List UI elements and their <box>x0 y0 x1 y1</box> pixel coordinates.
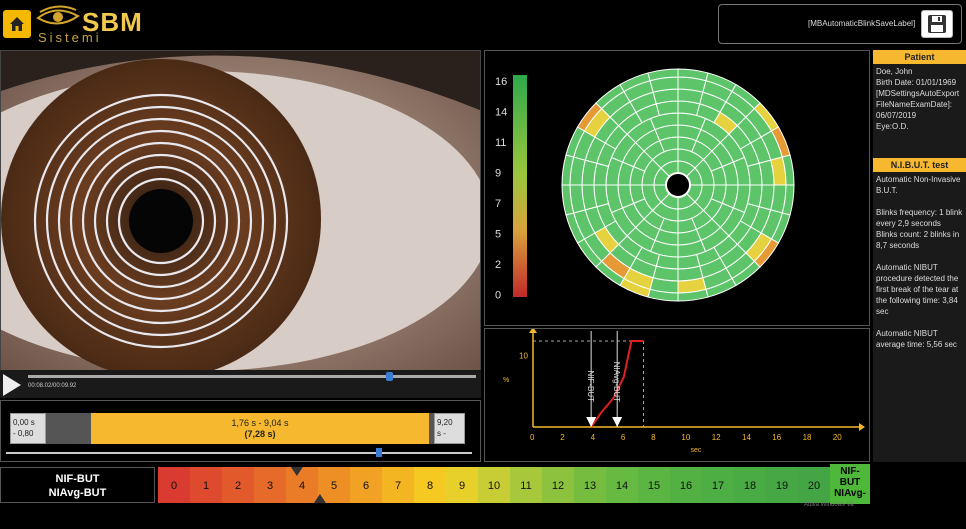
graph-x-label: sec <box>690 447 701 454</box>
save-label: [MBAutomaticBlinkSaveLabel] <box>808 19 916 28</box>
nibut-graph: 0 2 4 6 8 10 12 14 16 18 2010sec% NIF-BUT NIAvg-BUT <box>503 327 865 454</box>
color-scale-label: 9 <box>495 168 501 180</box>
range-slider-thumb[interactable] <box>376 448 382 457</box>
save-button[interactable] <box>921 10 953 38</box>
tear-film-map: 16 14 11 9 7 5 2 0 <box>495 68 795 302</box>
video-seek-thumb[interactable] <box>386 372 393 381</box>
patient-info: Doe, John Birth Date: 01/01/1969 [MDSett… <box>876 67 960 131</box>
scale-number: 6 <box>363 480 369 492</box>
windows-watermark: Attiva Windows Va <box>804 502 854 508</box>
color-scale-labels: 16 14 11 9 7 5 2 0 <box>495 76 507 302</box>
home-icon <box>10 17 24 31</box>
graph-x-tick: 14 <box>742 433 751 442</box>
map-center <box>665 172 691 198</box>
scale-end-line1: NIF- <box>840 466 860 477</box>
range-end-handle[interactable]: 9,20 s - <box>434 413 465 444</box>
scale-number: 12 <box>552 480 564 492</box>
nibut-info: Automatic Non-Invasive B.U.T. Blinks fre… <box>876 175 963 349</box>
scale-number: 17 <box>712 480 724 492</box>
graph-marker-label: NIF-BUT <box>586 370 595 402</box>
legend-nifbut: NIF-BUT <box>55 473 100 485</box>
scale-number: 0 <box>171 480 177 492</box>
nibut-graph-panel: 0 2 4 6 8 10 12 14 16 18 20 10 sec% NIF-BUT NIAvg-BUT <box>484 327 870 462</box>
range-end-label: 9,20 <box>437 418 453 427</box>
scale-number: 8 <box>427 480 433 492</box>
range-duration: (7,28 s) <box>244 429 276 439</box>
range-end-offset: s - <box>437 429 446 438</box>
range-start-offset: - 0,80 <box>13 429 34 438</box>
graph-y-tick: 10 <box>519 351 528 360</box>
graph-y-label: % <box>503 377 509 384</box>
video-time: 00:08.02/00:09.92 <box>28 383 77 389</box>
pupil <box>129 189 193 253</box>
color-scale-bar <box>513 75 527 297</box>
scale-number: 13 <box>584 480 596 492</box>
video-seek-track[interactable] <box>28 375 476 378</box>
nibut-header: N.I.B.U.T. test <box>873 158 966 172</box>
legend-niavgbut: NIAvg-BUT <box>48 487 107 499</box>
color-scale-label: 0 <box>495 290 501 302</box>
color-scale-label: 11 <box>495 137 506 149</box>
scale-end-line3: NIAvg- <box>834 488 866 499</box>
logo-subtext: Sistemi <box>38 30 102 45</box>
graph-x-tick: 2 <box>560 433 565 442</box>
color-scale-label: 5 <box>495 229 501 241</box>
play-icon[interactable] <box>3 374 21 396</box>
color-scale-label: 16 <box>495 76 507 88</box>
scale-number: 2 <box>235 480 241 492</box>
scale-number: 7 <box>395 480 401 492</box>
graph-marker-arrow <box>612 417 623 427</box>
scale-number: 15 <box>648 480 660 492</box>
eye-video-frame[interactable] <box>0 50 481 398</box>
scale-number: 14 <box>616 480 628 492</box>
scale-number: 4 <box>299 480 305 492</box>
bottom-legend: NIF-BUT NIAvg-BUT <box>0 467 155 503</box>
map-rings <box>561 68 795 302</box>
scale-number: 16 <box>680 480 692 492</box>
color-scale-label: 2 <box>495 259 501 271</box>
range-start-handle[interactable]: 0,00 s - 0,80 <box>10 413 46 444</box>
home-button[interactable] <box>3 10 31 38</box>
info-sidebar: Patient Doe, John Birth Date: 01/01/1969… <box>873 50 966 462</box>
graph-x-tick: 12 <box>712 433 721 442</box>
eye-image <box>1 51 480 379</box>
scale-number: 19 <box>776 480 788 492</box>
graph-x-tick: 20 <box>833 433 842 442</box>
scale-end-line2: BUT <box>839 477 861 488</box>
range-slider-track[interactable] <box>6 452 472 454</box>
graph-marker-label: NIAvg-BUT <box>612 362 621 402</box>
scale-number: 5 <box>331 480 337 492</box>
floppy-disk-icon <box>928 15 946 33</box>
graph-x-tick: 18 <box>803 433 812 442</box>
patient-header: Patient <box>873 50 966 64</box>
scale-number: 18 <box>744 480 756 492</box>
range-interval: 1,76 s - 9,04 s <box>231 418 289 428</box>
scale-number: 20 <box>808 480 820 492</box>
scale-end-legend: NIF- BUT NIAvg- <box>830 464 870 504</box>
range-start-label: 0,00 s <box>13 418 35 427</box>
scale-number: 1 <box>203 480 209 492</box>
y-axis-arrow <box>529 327 537 333</box>
graph-x-tick: 16 <box>772 433 781 442</box>
scale-number: 11 <box>520 480 531 492</box>
scale-number: 9 <box>459 480 465 492</box>
graph-x-tick: 4 <box>591 433 596 442</box>
graph-x-tick: 6 <box>621 433 626 442</box>
graph-x-tick: 0 <box>530 433 535 442</box>
x-axis-arrow <box>859 423 865 431</box>
scale-number: 10 <box>488 480 500 492</box>
graph-x-tick: 10 <box>681 433 690 442</box>
graph-x-tick: 8 <box>651 433 656 442</box>
bottom-time-scale: 0 1 2 3 4 5 6 7 8 9 10 11 12 13 14 15 16 17 18 19 20 <box>158 467 830 503</box>
color-scale-label: 14 <box>495 107 507 119</box>
scale-number: 3 <box>267 480 273 492</box>
tear-film-map-panel: 16 14 11 9 7 5 2 0 <box>484 50 870 326</box>
color-scale-label: 7 <box>495 198 501 210</box>
